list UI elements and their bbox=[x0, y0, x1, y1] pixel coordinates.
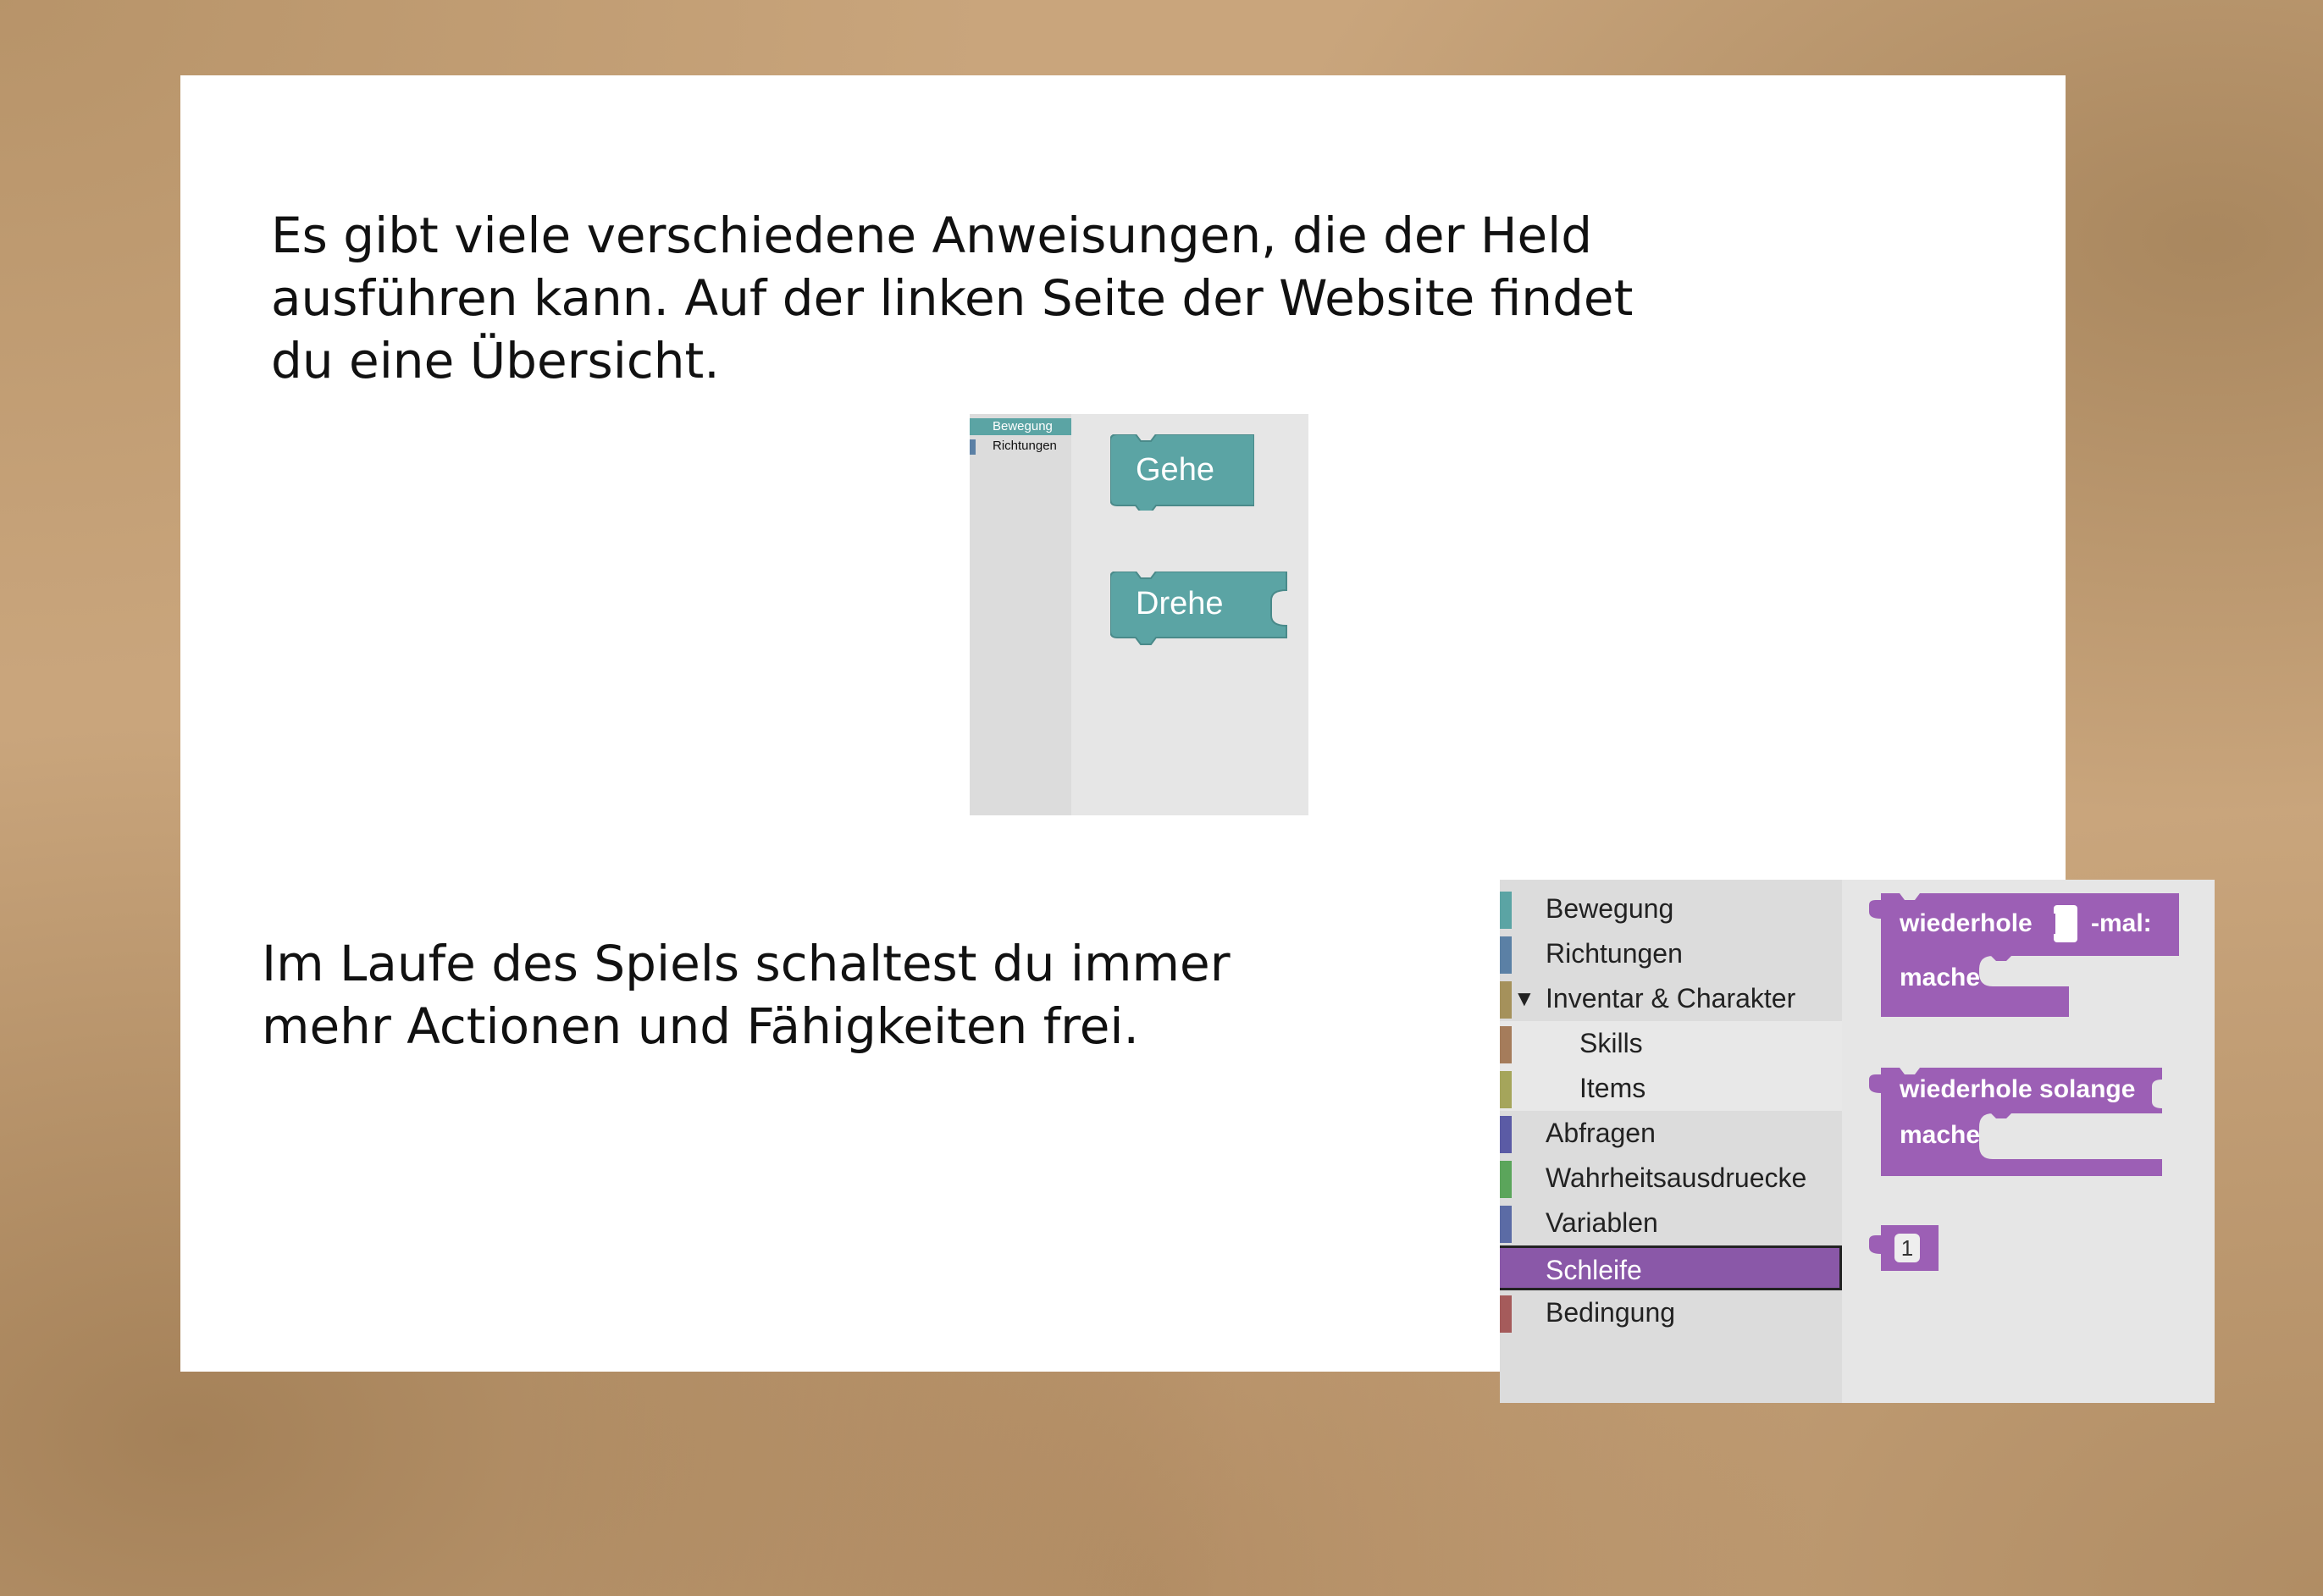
category-label: Richtungen bbox=[1546, 938, 1683, 969]
toolbox-category-abfragen[interactable]: Abfragen bbox=[1500, 1111, 1842, 1156]
toolbox-category-bewegung[interactable]: Bewegung bbox=[1500, 886, 1842, 931]
category-color-bar bbox=[1500, 1116, 1512, 1153]
block-label: Gehe bbox=[1136, 452, 1214, 488]
intro-line-1: Es gibt viele verschiedene Anweisungen, … bbox=[271, 207, 1593, 264]
category-label: Bewegung bbox=[1546, 893, 1674, 924]
toolbox-screenshot-large: Bewegung Richtungen ▼ Inventar & Charakt… bbox=[1500, 880, 2215, 1403]
intro-paragraph: Es gibt viele verschiedene Anweisungen, … bbox=[271, 204, 1633, 392]
block-gehe[interactable]: Gehe bbox=[1109, 434, 1255, 513]
category-label: Skills bbox=[1579, 1028, 1643, 1058]
block-do-label: mache bbox=[1900, 1121, 1981, 1149]
category-color-bar bbox=[1500, 892, 1512, 929]
unlock-line-1: Im Laufe des Spiels schaltest du immer bbox=[262, 935, 1231, 992]
intro-line-3: du eine Übersicht. bbox=[271, 332, 720, 389]
category-label: Items bbox=[1579, 1073, 1646, 1103]
category-color-bar bbox=[1500, 1295, 1512, 1333]
category-label: Inventar & Charakter bbox=[1546, 983, 1796, 1013]
category-color-bar bbox=[1500, 936, 1512, 974]
category-label: Abfragen bbox=[1546, 1118, 1656, 1148]
category-label: Wahrheitsausdruecke bbox=[1546, 1162, 1807, 1193]
intro-line-2: ausführen kann. Auf der linken Seite der… bbox=[271, 269, 1634, 327]
toolbox-category-richtungen[interactable]: Richtungen bbox=[1500, 931, 1842, 976]
slide-card: Es gibt viele verschiedene Anweisungen, … bbox=[180, 75, 2215, 1403]
category-color-bar bbox=[1500, 981, 1512, 1019]
toolbox-subcategory-items[interactable]: Items bbox=[1500, 1066, 1842, 1111]
number-value[interactable]: 1 bbox=[1894, 1234, 1920, 1262]
category-label: Variablen bbox=[1546, 1207, 1658, 1238]
toolbox-category-bewegung[interactable]: Bewegung bbox=[970, 418, 1071, 435]
slide-background: { "slide": { "paragraph_1": "Es gibt vie… bbox=[0, 0, 2323, 1596]
toolbox-category-variablen[interactable]: Variablen bbox=[1500, 1201, 1842, 1245]
category-color-bar bbox=[1500, 1161, 1512, 1198]
category-label: Bewegung bbox=[993, 419, 1053, 434]
toolbox-screenshot-small: Bewegung Richtungen Gehe Drehe bbox=[970, 414, 1308, 815]
toolbox-category-inventar[interactable]: ▼ Inventar & Charakter bbox=[1500, 976, 1842, 1021]
block-repeat-while[interactable]: wiederhole solange mache bbox=[1869, 1068, 2191, 1186]
category-label: Bedingung bbox=[1546, 1297, 1676, 1328]
toolbox-category-bedingung[interactable]: Bedingung bbox=[1500, 1290, 1842, 1335]
block-suffix: -mal: bbox=[2091, 909, 2152, 937]
category-color-bar bbox=[1500, 1206, 1512, 1243]
toolbox-subcategory-skills[interactable]: Skills bbox=[1500, 1021, 1842, 1066]
expand-arrow-icon[interactable]: ▼ bbox=[1513, 976, 1535, 1021]
toolbox-category-wahrheitsausdruecke[interactable]: Wahrheitsausdruecke bbox=[1500, 1156, 1842, 1201]
toolbox-sidebar bbox=[970, 414, 1071, 815]
block-repeat-times[interactable]: wiederhole -mal: mache bbox=[1869, 893, 2191, 1020]
block-number[interactable]: 1 bbox=[1869, 1225, 1939, 1271]
category-color-bar bbox=[1500, 1071, 1512, 1108]
category-color-bar bbox=[970, 439, 976, 455]
block-label: wiederhole bbox=[1900, 909, 2033, 937]
block-label: wiederhole solange bbox=[1900, 1075, 2136, 1103]
category-label: Richtungen bbox=[993, 439, 1057, 453]
category-label: Schleife bbox=[1546, 1255, 1642, 1285]
toolbox-category-richtungen[interactable]: Richtungen bbox=[970, 438, 1071, 455]
unlock-paragraph: Im Laufe des Spiels schaltest du immer m… bbox=[262, 932, 1231, 1058]
block-label: Drehe bbox=[1136, 586, 1224, 621]
block-drehe[interactable]: Drehe bbox=[1109, 571, 1288, 648]
unlock-line-2: mehr Actionen und Fähigkeiten frei. bbox=[262, 997, 1139, 1055]
toolbox-category-schleife[interactable]: Schleife bbox=[1500, 1245, 1842, 1290]
category-color-bar bbox=[1500, 1026, 1512, 1063]
block-do-label: mache bbox=[1900, 964, 1981, 991]
